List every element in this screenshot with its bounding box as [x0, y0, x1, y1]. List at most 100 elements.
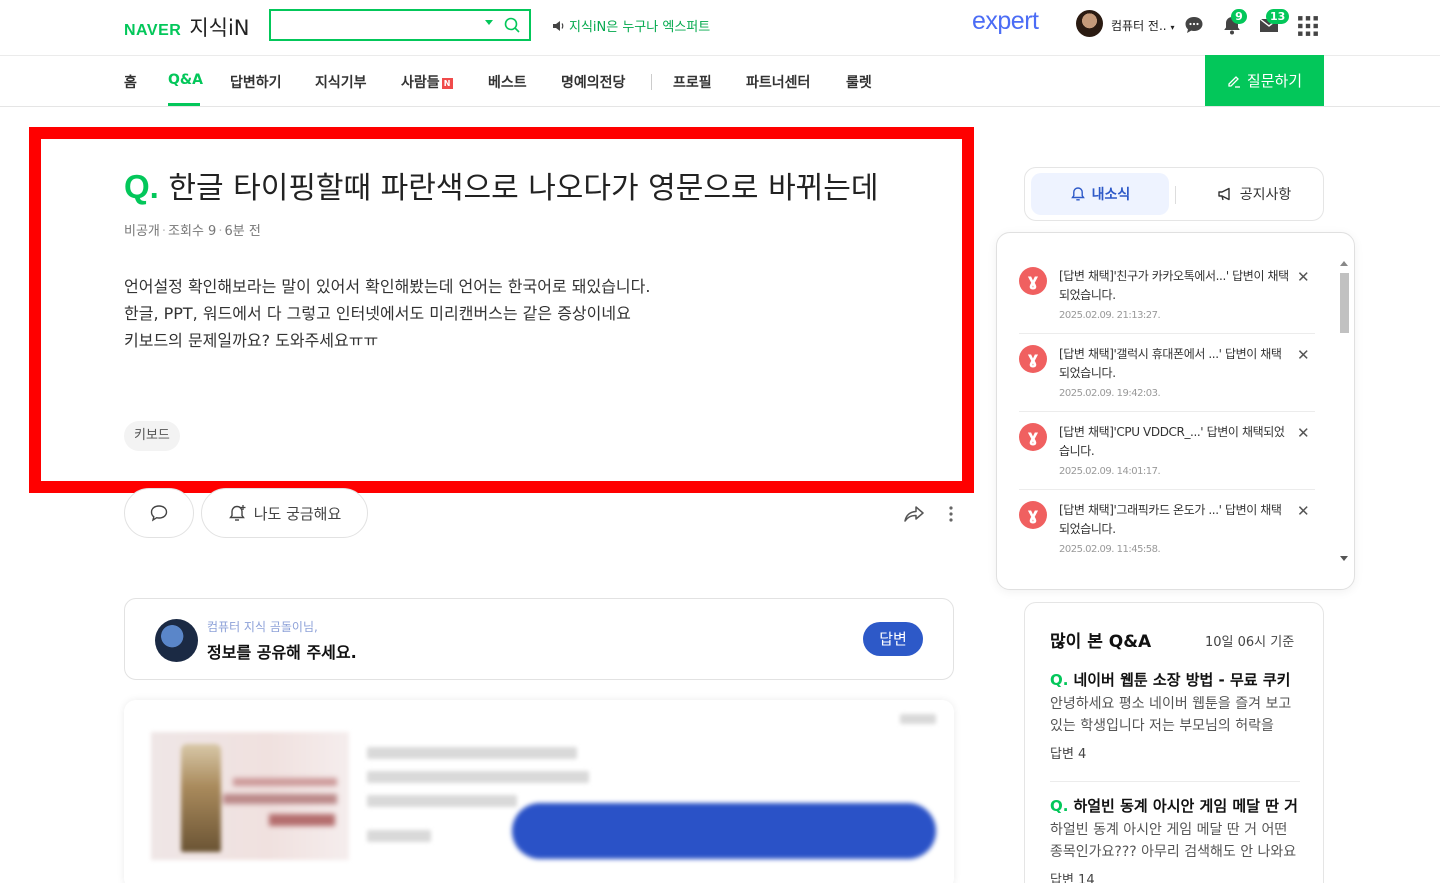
nav-partner-center[interactable]: 파트너센터 [746, 72, 810, 92]
nav-home[interactable]: 홈 [124, 72, 137, 92]
popular-question-title[interactable]: 네이버 웹툰 소장 방법 - 무료 쿠키 [1073, 671, 1290, 689]
nav-profile[interactable]: 프로필 [673, 72, 712, 92]
nav-donate[interactable]: 지식기부 [315, 72, 367, 92]
popular-question-body[interactable]: 안녕하세요 평소 네이버 웹툰을 즐겨 보고 있는 학생입니다 저는 부모님의 … [1050, 693, 1300, 737]
notification-scrollbar[interactable] [1338, 259, 1350, 563]
popular-question-title[interactable]: 하얼빈 동계 아시안 게임 메달 딴 거 [1073, 797, 1298, 815]
nav-roulette[interactable]: 룰렛 [846, 72, 872, 92]
tab-notice[interactable]: 공지사항 [1185, 173, 1323, 215]
notification-text[interactable]: [답변 채택]'그래픽카드 온도가 ...' 답변이 채택되었습니다. [1059, 501, 1291, 539]
notification-item[interactable]: ɣ [답변 채택]'갤럭시 휴대폰에서 ...' 답변이 채택되었습니다. 20… [1019, 334, 1315, 412]
ad-text-blur [367, 795, 517, 807]
curious-button[interactable]: 나도 궁금해요 [201, 488, 368, 538]
search-icon[interactable] [503, 16, 521, 34]
naver-logo[interactable]: NAVER [124, 22, 181, 40]
logo[interactable]: NAVER 지식iN [124, 12, 250, 42]
more-options-icon[interactable] [944, 504, 958, 524]
red-highlight-box [29, 127, 974, 493]
advertisement[interactable] [124, 700, 954, 883]
ad-image[interactable] [151, 732, 349, 860]
nav-people-label[interactable]: 사람들 [401, 75, 440, 91]
popular-answer-count: 답변 4 [1050, 747, 1087, 762]
ad-text-blur [367, 747, 577, 759]
q-mark: Q. [1050, 797, 1069, 815]
nav-answer[interactable]: 답변하기 [230, 72, 282, 92]
nav-best[interactable]: 베스트 [488, 72, 527, 92]
username[interactable]: 컴퓨터 전.. [1111, 19, 1167, 33]
scrollbar-thumb[interactable] [1340, 273, 1349, 333]
bell-outline-icon [1070, 187, 1085, 201]
ad-label-blur [900, 714, 936, 724]
username-menu[interactable]: 컴퓨터 전.. ▾ [1111, 17, 1174, 34]
notification-time: 2025.02.09. 14:01:17. [1059, 466, 1161, 477]
tab-notice-label[interactable]: 공지사항 [1240, 184, 1292, 204]
chat-icon[interactable] [1183, 14, 1205, 36]
megaphone-icon [1218, 187, 1230, 201]
q-mark: Q. [1050, 671, 1069, 689]
popular-title: 많이 본 Q&A [1050, 632, 1152, 652]
search-dropdown-icon[interactable] [485, 20, 493, 25]
popular-item[interactable]: Q. 네이버 웹툰 소장 방법 - 무료 쿠키 안녕하세요 평소 네이버 웹툰을 … [1050, 669, 1300, 762]
comment-button[interactable] [124, 488, 194, 538]
top-bar: NAVER 지식iN 지식iN은 누구나 엑스퍼트 expert 컴퓨터 전..… [0, 0, 1440, 56]
search-input[interactable] [269, 9, 531, 41]
share-icon[interactable] [903, 504, 925, 524]
nav-divider [651, 74, 652, 90]
notification-text[interactable]: [답변 채택]'친구가 카카오톡에서...' 답변이 채택되었습니다. [1059, 267, 1291, 305]
new-badge: N [441, 78, 453, 89]
expert-logo[interactable]: expert [972, 7, 1039, 36]
popular-item[interactable]: Q. 하얼빈 동계 아시안 게임 메달 딴 거 하얼빈 동계 아시안 게임 메달 … [1050, 795, 1300, 883]
answer-prompt-message: 정보를 공유해 주세요. [207, 643, 357, 662]
nav-qna[interactable]: Q&A [168, 72, 203, 88]
notification-badge: 9 [1231, 9, 1247, 24]
scroll-down-arrow[interactable] [1340, 556, 1348, 561]
notification-time: 2025.02.09. 19:42:03. [1059, 388, 1161, 399]
notification-text[interactable]: [답변 채택]'갤럭시 휴대폰에서 ...' 답변이 채택되었습니다. [1059, 345, 1291, 383]
divider [1050, 781, 1300, 782]
scroll-up-arrow[interactable] [1340, 261, 1348, 266]
side-tabs: 내소식 공지사항 [1024, 167, 1324, 221]
popular-question-body[interactable]: 하얼빈 동계 아시안 게임 메달 딴 거 어떤 종목인가요??? 아무리 검색해… [1050, 819, 1300, 863]
comment-icon [150, 505, 168, 522]
popular-answer-count: 답변 14 [1050, 873, 1095, 883]
apps-grid-icon[interactable] [1297, 15, 1319, 37]
answer-button[interactable]: 답변 [863, 622, 923, 656]
tab-my-news-label[interactable]: 내소식 [1092, 184, 1131, 204]
ask-question-button[interactable]: 질문하기 [1205, 55, 1324, 106]
ad-cta-button[interactable] [512, 803, 936, 859]
notice-text[interactable]: 지식iN은 누구나 엑스퍼트 [569, 16, 710, 35]
notification-time: 2025.02.09. 11:45:58. [1059, 544, 1161, 555]
nav-hall-of-fame[interactable]: 명예의전당 [561, 72, 625, 92]
popular-question[interactable]: Q. 네이버 웹툰 소장 방법 - 무료 쿠키 [1050, 669, 1300, 690]
popular-question[interactable]: Q. 하얼빈 동계 아시안 게임 메달 딴 거 [1050, 795, 1300, 816]
kin-answer-icon: ɣ [1019, 423, 1047, 451]
close-icon[interactable]: ✕ [1297, 424, 1310, 442]
user-avatar [155, 619, 198, 662]
close-icon[interactable]: ✕ [1297, 502, 1310, 520]
notification-panel: ɣ [답변 채택]'친구가 카카오톡에서...' 답변이 채택되었습니다. 20… [996, 232, 1355, 590]
kin-answer-icon: ɣ [1019, 501, 1047, 529]
close-icon[interactable]: ✕ [1297, 346, 1310, 364]
bell-plus-icon [228, 505, 246, 521]
notification-item[interactable]: ɣ [답변 채택]'그래픽카드 온도가 ...' 답변이 채택되었습니다. 20… [1019, 490, 1315, 568]
curious-label[interactable]: 나도 궁금해요 [254, 503, 342, 524]
notification-item[interactable]: ɣ [답변 채택]'친구가 카카오톡에서...' 답변이 채택되었습니다. 20… [1019, 256, 1315, 334]
ad-text-blur [367, 830, 431, 842]
message-badge: 13 [1266, 9, 1290, 24]
nav-people[interactable]: 사람들 N [401, 72, 453, 92]
avatar[interactable] [1076, 10, 1103, 37]
ad-text-blur [233, 778, 337, 786]
notification-text[interactable]: [답변 채택]'CPU VDDCR_...' 답변이 채택되었습니다. [1059, 423, 1291, 461]
ad-button-blur [269, 814, 335, 826]
ask-question-label[interactable]: 질문하기 [1247, 70, 1302, 91]
notification-time: 2025.02.09. 21:13:27. [1059, 310, 1161, 321]
tab-divider [1175, 186, 1176, 204]
kin-logo[interactable]: 지식iN [189, 12, 249, 42]
expert-notice-link[interactable]: 지식iN은 누구나 엑스퍼트 [552, 16, 710, 35]
close-icon[interactable]: ✕ [1297, 268, 1310, 286]
ad-product-image [181, 744, 221, 852]
ad-text-blur [223, 794, 337, 804]
tab-my-news[interactable]: 내소식 [1031, 173, 1169, 215]
ad-text-blur [367, 771, 589, 783]
notification-item[interactable]: ɣ [답변 채택]'CPU VDDCR_...' 답변이 채택되었습니다. 20… [1019, 412, 1315, 490]
